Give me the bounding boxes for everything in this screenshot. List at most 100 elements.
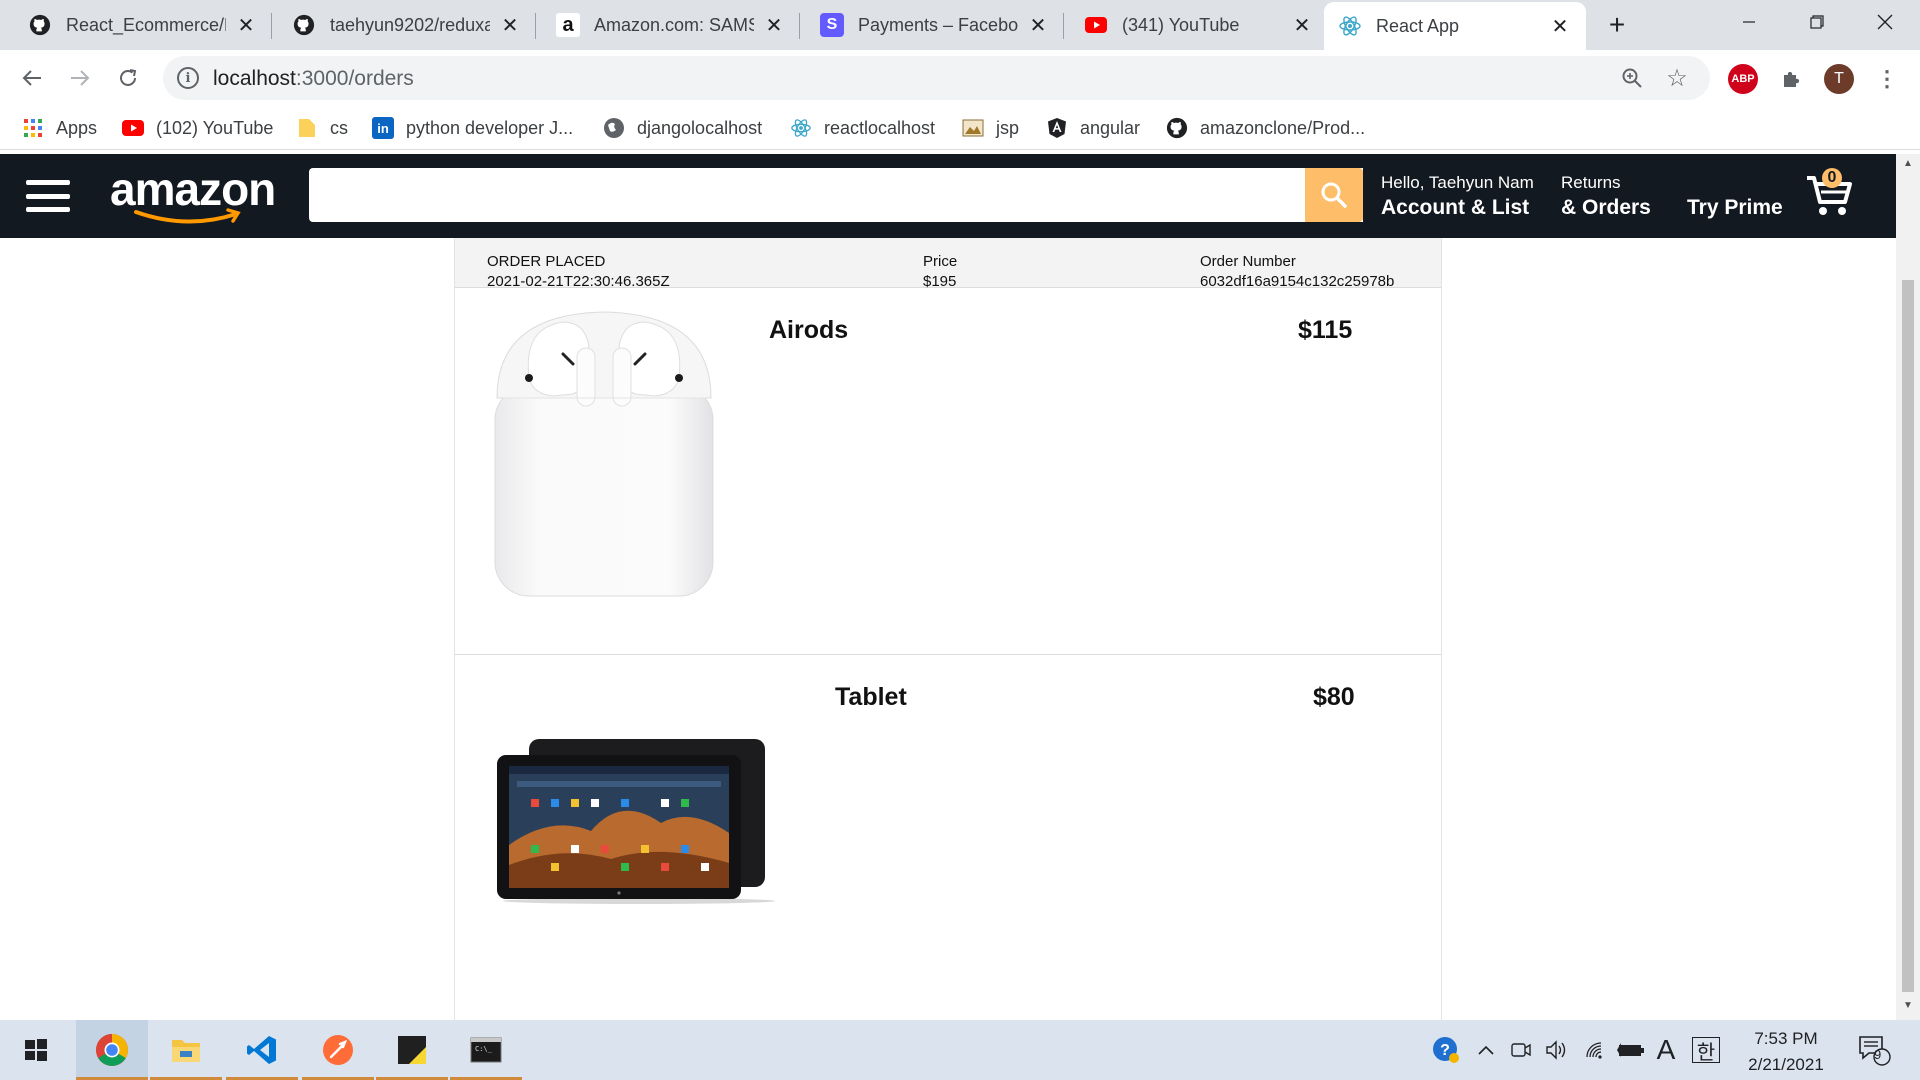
- tab-react-ecommerce[interactable]: React_Ecommerce/H ✕: [14, 0, 272, 50]
- bookmark-angular[interactable]: angular: [1046, 114, 1140, 142]
- bookmark-label: Apps: [56, 117, 98, 138]
- close-icon[interactable]: ✕: [1290, 13, 1314, 37]
- bookmark-jsp[interactable]: jsp: [962, 114, 1019, 142]
- close-icon[interactable]: ✕: [498, 13, 522, 37]
- close-icon[interactable]: ✕: [762, 13, 786, 37]
- sticky-notes-icon[interactable]: [376, 1020, 448, 1080]
- vscode-icon[interactable]: [226, 1020, 298, 1080]
- new-tab-button[interactable]: +: [1602, 9, 1632, 40]
- bookmark-python-developer[interactable]: in python developer J...: [372, 114, 573, 142]
- bookmark-label: (102) YouTube: [156, 117, 274, 138]
- bookmark-label: cs: [330, 117, 348, 138]
- restore-button[interactable]: [1782, 0, 1852, 44]
- forward-button[interactable]: [64, 62, 96, 94]
- terminal-icon[interactable]: C:\_: [450, 1020, 522, 1080]
- windows-start-icon[interactable]: [0, 1020, 72, 1080]
- order-price: Price $195: [923, 252, 957, 292]
- folder-icon: [296, 117, 318, 139]
- tab-title: (341) YouTube: [1122, 14, 1240, 35]
- orders-page: ORDER PLACED 2021-02-21T22:30:46.365Z Pr…: [0, 238, 1896, 1020]
- close-icon[interactable]: ✕: [1026, 13, 1050, 37]
- orders-label: & Orders: [1561, 196, 1651, 219]
- try-prime[interactable]: Try Prime: [1687, 194, 1783, 222]
- account-and-list[interactable]: Hello, Taehyun Nam Account & List: [1381, 172, 1534, 222]
- bookmark-amazonclone[interactable]: amazonclone/Prod...: [1166, 114, 1365, 142]
- tab-youtube[interactable]: (341) YouTube ✕: [1070, 0, 1328, 50]
- github-icon: [28, 13, 52, 37]
- profile-avatar[interactable]: T: [1824, 64, 1854, 94]
- tab-title: React_Ecommerce/H: [66, 14, 226, 35]
- language-indicator[interactable]: 한: [1692, 1037, 1720, 1064]
- linkedin-icon: in: [372, 117, 394, 139]
- file-explorer-icon[interactable]: [150, 1020, 222, 1080]
- returns-and-orders[interactable]: Returns & Orders: [1561, 172, 1651, 222]
- item-price: $115: [1298, 316, 1353, 344]
- close-icon[interactable]: ✕: [234, 13, 258, 37]
- stripe-icon: S: [820, 13, 844, 37]
- item-name[interactable]: Tablet: [835, 683, 907, 712]
- volume-icon[interactable]: [1544, 1034, 1570, 1066]
- hamburger-menu-icon[interactable]: [26, 180, 70, 212]
- order-header: ORDER PLACED 2021-02-21T22:30:46.365Z Pr…: [455, 238, 1441, 290]
- zoom-icon[interactable]: [1618, 64, 1646, 92]
- battery-icon[interactable]: [1616, 1034, 1646, 1066]
- item-name[interactable]: Airods: [769, 316, 848, 345]
- show-hidden-icons-chevron-icon[interactable]: [1474, 1034, 1498, 1066]
- youtube-icon: [122, 117, 144, 139]
- minimize-button[interactable]: [1714, 0, 1784, 44]
- github-icon: [292, 13, 316, 37]
- bookmark-label: python developer J...: [406, 117, 574, 138]
- wifi-icon[interactable]: [1582, 1034, 1610, 1066]
- notification-center-icon[interactable]: 9: [1854, 1034, 1894, 1066]
- order-number-label: Order Number: [1200, 253, 1296, 270]
- amazon-logo[interactable]: amazon: [110, 162, 280, 226]
- scrollbar-thumb[interactable]: [1902, 280, 1914, 992]
- reload-button[interactable]: [112, 62, 144, 94]
- browser-menu-icon[interactable]: ⋮: [1872, 64, 1902, 94]
- bookmark-youtube[interactable]: (102) YouTube: [122, 114, 273, 142]
- tab-amazon[interactable]: a Amazon.com: SAMSU ✕: [542, 0, 800, 50]
- tab-react-app[interactable]: React App ✕: [1324, 2, 1586, 50]
- taskbar-clock[interactable]: 7:53 PM 2/21/2021: [1728, 1026, 1844, 1078]
- meet-now-icon[interactable]: [1508, 1034, 1534, 1066]
- extensions-puzzle-icon[interactable]: [1776, 64, 1806, 94]
- page-scrollbar[interactable]: ▲ ▼: [1896, 154, 1920, 1020]
- order-number: Order Number 6032df16a9154c132c25978b: [1200, 252, 1394, 292]
- tab-reduxa[interactable]: taehyun9202/reduxa ✕: [278, 0, 536, 50]
- back-button[interactable]: [16, 62, 48, 94]
- airpods-image[interactable]: [493, 308, 715, 600]
- postman-icon[interactable]: [302, 1020, 374, 1080]
- prime-label: Try Prime: [1687, 196, 1783, 219]
- chrome-icon[interactable]: [76, 1020, 148, 1080]
- star-icon[interactable]: ☆: [1663, 64, 1691, 92]
- svg-text:?: ?: [1440, 1042, 1450, 1059]
- bookmark-label: amazonclone/Prod...: [1200, 117, 1366, 138]
- bookmark-cs[interactable]: cs: [296, 114, 348, 142]
- tab-payments[interactable]: S Payments – Faceboo ✕: [806, 0, 1064, 50]
- react-icon: [790, 117, 812, 139]
- order-item: Airods $115: [455, 288, 1441, 655]
- search-input[interactable]: [309, 168, 1363, 222]
- bookmark-reactlocalhost[interactable]: reactlocalhost: [790, 114, 935, 142]
- cart-count: 0: [1822, 168, 1842, 188]
- order-card: ORDER PLACED 2021-02-21T22:30:46.365Z Pr…: [454, 238, 1442, 1020]
- youtube-icon: [1084, 13, 1108, 37]
- adblock-icon[interactable]: ABP: [1728, 64, 1758, 94]
- bookmark-label: reactlocalhost: [824, 117, 936, 138]
- tablet-image[interactable]: [491, 735, 791, 905]
- bookmark-djangolocalhost[interactable]: djangolocalhost: [603, 114, 762, 142]
- scroll-down-arrow-icon[interactable]: ▼: [1902, 1000, 1914, 1012]
- url-text[interactable]: localhost:3000/orders: [213, 67, 414, 91]
- bookmark-label: angular: [1080, 117, 1141, 138]
- close-icon[interactable]: ✕: [1548, 14, 1572, 38]
- address-bar[interactable]: i localhost:3000/orders ☆: [163, 56, 1710, 100]
- input-mode-indicator[interactable]: A: [1652, 1034, 1680, 1066]
- help-icon[interactable]: ?: [1430, 1034, 1462, 1066]
- bookmark-apps[interactable]: Apps: [22, 114, 97, 142]
- close-window-button[interactable]: [1850, 0, 1920, 44]
- scroll-up-arrow-icon[interactable]: ▲: [1902, 158, 1914, 170]
- clock-date: 2/21/2021: [1748, 1055, 1824, 1074]
- github-icon: [1166, 117, 1188, 139]
- search-button[interactable]: [1305, 168, 1363, 222]
- info-icon[interactable]: i: [177, 67, 199, 89]
